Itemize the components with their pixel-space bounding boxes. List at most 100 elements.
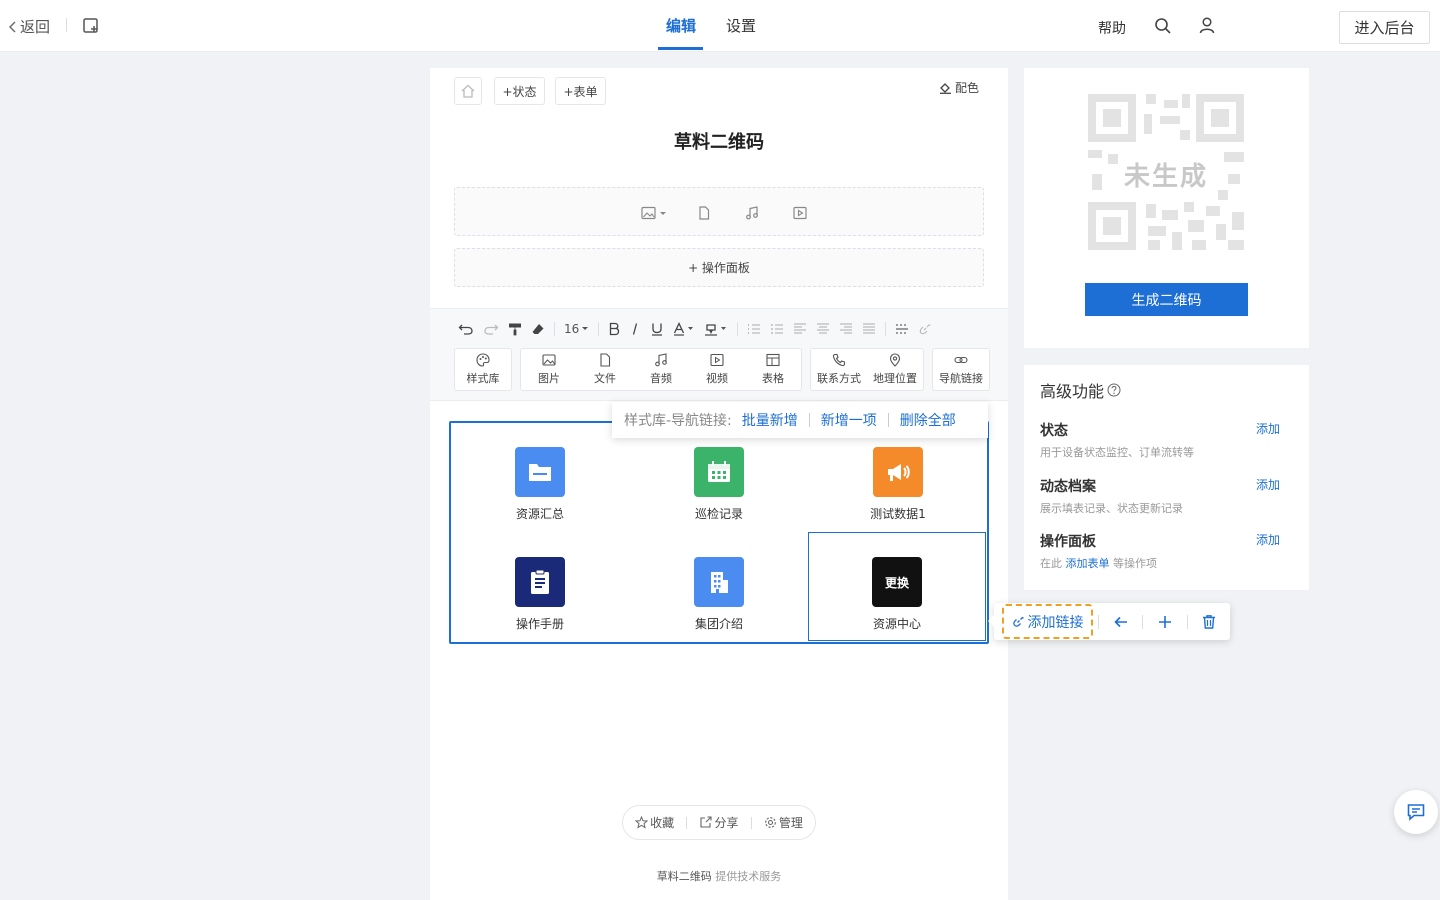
highlight-icon[interactable] <box>704 322 728 336</box>
divider <box>1142 615 1143 629</box>
file-icon[interactable] <box>697 206 711 220</box>
insert-table[interactable]: 表格 <box>745 349 801 390</box>
italic-icon[interactable] <box>629 322 641 336</box>
advanced-item-state: 状态 用于设备状态监控、订单流转等 添加 <box>1040 420 1294 460</box>
insert-nav-link[interactable]: 导航链接 <box>933 349 989 390</box>
undo-icon[interactable] <box>458 322 474 336</box>
add-dynamic-archive-link[interactable]: 添加 <box>1256 476 1280 493</box>
insert-file[interactable]: 文件 <box>577 349 633 390</box>
insert-label: 样式库 <box>466 372 500 385</box>
nav-item-test-data[interactable]: 测试数据1 <box>809 423 987 532</box>
add-operation-panel[interactable]: + 操作面板 <box>454 248 984 287</box>
generate-qr-button[interactable]: 生成二维码 <box>1085 283 1248 316</box>
swap-icon[interactable]: 更换 <box>872 557 922 607</box>
align-justify-icon[interactable] <box>862 322 876 336</box>
divider <box>808 413 810 427</box>
chat-button[interactable] <box>1394 790 1438 834</box>
font-color-icon[interactable] <box>673 322 695 336</box>
format-row: 16 <box>458 320 941 338</box>
share-button[interactable]: 分享 <box>699 814 739 831</box>
color-scheme-label: 配色 <box>955 81 980 95</box>
add-form-link[interactable]: 添加表单 <box>1066 557 1110 570</box>
tab-settings[interactable]: 设置 <box>726 15 756 36</box>
insert-label: 视频 <box>706 372 728 385</box>
plus-icon[interactable] <box>1157 614 1173 630</box>
format-painter-icon[interactable] <box>508 322 522 336</box>
nav-item-label: 资源汇总 <box>515 507 564 521</box>
powered-text: 提供技术服务 <box>715 870 782 883</box>
help-link[interactable]: 帮助 <box>1098 18 1126 38</box>
add-form-button[interactable]: +表单 <box>555 77 606 105</box>
divider <box>887 413 889 427</box>
nav-item-resource-summary[interactable]: 资源汇总 <box>451 423 629 532</box>
nav-item-group-intro[interactable]: 集团介绍 <box>630 533 808 642</box>
home-button[interactable] <box>454 77 482 105</box>
nav-item-label: 操作手册 <box>515 617 564 631</box>
insert-audio[interactable]: 音频 <box>633 349 689 390</box>
collect-button[interactable]: 收藏 <box>635 814 674 831</box>
insert-location[interactable]: 地理位置 <box>867 349 923 390</box>
user-icon[interactable] <box>1198 16 1216 34</box>
desc-suffix: 等操作项 <box>1113 557 1157 570</box>
bullet-list-icon[interactable] <box>770 322 784 336</box>
hyperlink-icon[interactable] <box>918 322 932 336</box>
add-operation-panel-link[interactable]: 添加 <box>1256 531 1280 548</box>
tab-edit[interactable]: 编辑 <box>666 15 696 36</box>
nav-item-inspection-record[interactable]: 巡检记录 <box>630 423 808 532</box>
table-icon <box>766 353 780 370</box>
help-circle-icon[interactable] <box>1104 383 1121 397</box>
add-one-button[interactable]: 新增一项 <box>821 410 877 430</box>
trash-icon[interactable] <box>1201 614 1217 630</box>
advanced-item-desc: 在此 添加表单 等操作项 <box>1040 555 1294 571</box>
align-center-icon[interactable] <box>816 322 830 336</box>
share-icon <box>699 816 714 829</box>
insert-label: 导航链接 <box>939 372 983 385</box>
font-size-select[interactable]: 16 <box>564 322 589 336</box>
batch-add-button[interactable]: 批量新增 <box>742 410 798 430</box>
image-icon[interactable] <box>641 206 669 220</box>
insert-label: 图片 <box>538 372 560 385</box>
arrow-left-icon[interactable] <box>1113 614 1129 630</box>
enter-admin-button[interactable]: 进入后台 <box>1339 11 1430 44</box>
palette-icon <box>476 353 490 370</box>
insert-contact[interactable]: 联系方式 <box>811 349 867 390</box>
building-icon <box>694 557 744 607</box>
bold-icon[interactable] <box>608 322 620 336</box>
rich-text-toolbar: 16 样式库 图片 文件 音频 视频 表格 联系方式 地理位置 导航链接 <box>430 308 1008 401</box>
advanced-title: 高级功能 <box>1040 378 1121 402</box>
nav-item-resource-center[interactable]: 更换 资源中心 <box>808 532 986 641</box>
music-icon[interactable] <box>745 206 759 220</box>
color-scheme-button[interactable]: 配色 <box>939 79 979 96</box>
manage-label: 管理 <box>778 816 803 830</box>
new-page-icon[interactable] <box>82 17 100 35</box>
brand-link[interactable]: 草料二维码 <box>657 870 712 883</box>
nav-item-manual[interactable]: 操作手册 <box>451 533 629 642</box>
nav-link-block[interactable]: 资源汇总 巡检记录 测试数据1 操作手册 集团介绍 更换 资源中心 <box>449 421 989 644</box>
ordered-list-icon[interactable] <box>747 322 761 336</box>
search-icon[interactable] <box>1154 17 1172 35</box>
insert-image[interactable]: 图片 <box>521 349 577 390</box>
add-state-button[interactable]: +状态 <box>494 77 545 105</box>
align-left-icon[interactable] <box>793 322 807 336</box>
manage-button[interactable]: 管理 <box>764 814 803 831</box>
nav-item-label: 测试数据1 <box>870 507 926 521</box>
add-link-button[interactable]: 添加链接 <box>1002 604 1093 639</box>
desc-prefix: 在此 <box>1040 557 1062 570</box>
insert-group-contact: 联系方式 地理位置 <box>810 348 924 391</box>
align-right-icon[interactable] <box>839 322 853 336</box>
underline-icon[interactable] <box>650 322 664 336</box>
add-state-link[interactable]: 添加 <box>1256 420 1280 437</box>
insert-row: 样式库 图片 文件 音频 视频 表格 联系方式 地理位置 导航链接 <box>454 348 998 391</box>
divider-line-icon[interactable] <box>895 322 909 336</box>
insert-video[interactable]: 视频 <box>689 349 745 390</box>
eraser-icon[interactable] <box>531 322 545 336</box>
chat-icon <box>1406 802 1426 822</box>
redo-icon[interactable] <box>483 322 499 336</box>
insert-style-library[interactable]: 样式库 <box>455 349 511 390</box>
video-icon[interactable] <box>793 206 807 220</box>
active-tab-indicator <box>658 47 703 50</box>
back-button[interactable]: 返回 <box>8 16 50 37</box>
page-title[interactable]: 草料二维码 <box>430 128 1008 154</box>
delete-all-button[interactable]: 删除全部 <box>900 410 956 430</box>
divider <box>737 322 739 336</box>
